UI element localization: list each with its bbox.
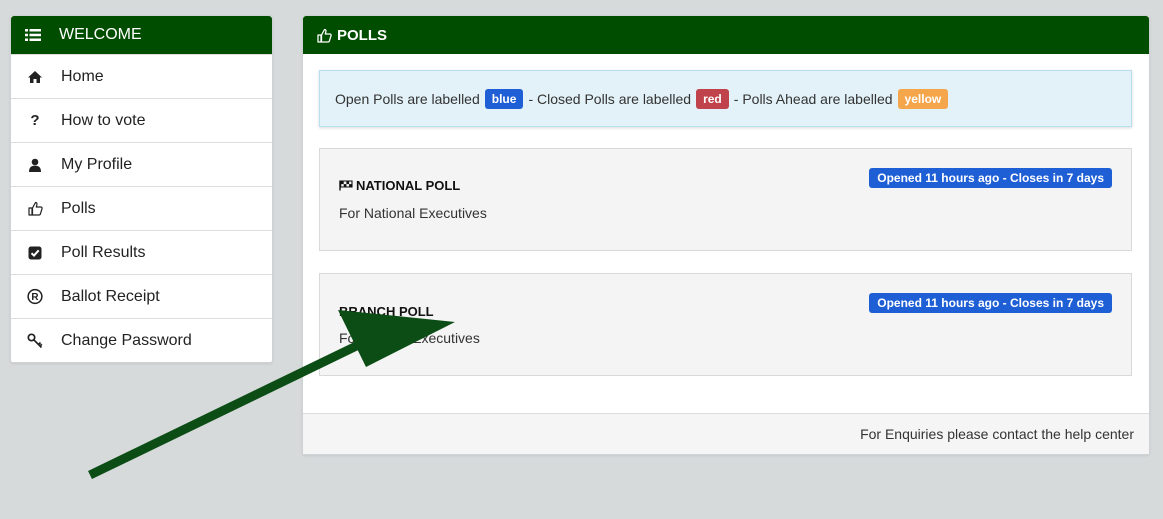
poll-title[interactable]: NATIONAL POLL: [339, 178, 460, 194]
question-icon: ?: [30, 112, 40, 129]
sidebar-item-label: Change Password: [61, 331, 192, 349]
poll-title-text: NATIONAL POLL: [356, 178, 461, 193]
sidebar-item-ballot-receipt[interactable]: R Ballot Receipt: [11, 274, 272, 318]
check-square-icon: [27, 246, 43, 260]
sidebar-item-change-password[interactable]: Change Password: [11, 318, 272, 362]
polls-panel: POLLS Open Polls are labelled blue - Clo…: [302, 15, 1150, 455]
sidebar-item-label: Home: [61, 67, 104, 85]
legend-text: - Closed Polls are labelled: [528, 90, 692, 107]
sidebar-item-label: My Profile: [61, 155, 133, 173]
sidebar-item-label: How to vote: [61, 111, 146, 129]
sidebar: WELCOME Home ? How to vote My Profile Po…: [10, 15, 273, 363]
flag-icon: [339, 179, 353, 194]
poll-description: For Branch Executives: [339, 330, 480, 346]
home-icon: [27, 70, 43, 84]
legend-text: - Polls Ahead are labelled: [733, 90, 893, 107]
panel-title: POLLS: [337, 26, 388, 44]
sidebar-item-polls[interactable]: Polls: [11, 186, 272, 230]
legend-yellow-badge: yellow: [897, 88, 949, 109]
list-icon: [25, 28, 41, 42]
sidebar-item-label: Ballot Receipt: [61, 287, 160, 305]
svg-text:R: R: [31, 292, 38, 303]
user-icon: [27, 158, 43, 172]
sidebar-title: WELCOME: [59, 26, 142, 43]
sidebar-item-poll-results[interactable]: Poll Results: [11, 230, 272, 274]
poll-title[interactable]: BRANCH POLL: [339, 304, 434, 319]
panel-footer: For Enquiries please contact the help ce…: [303, 413, 1149, 454]
legend-blue-badge: blue: [484, 88, 524, 109]
thumbs-up-icon: [317, 28, 332, 43]
thumbs-up-icon: [27, 201, 43, 216]
legend-alert: Open Polls are labelled blue - Closed Po…: [319, 70, 1132, 127]
sidebar-item-my-profile[interactable]: My Profile: [11, 142, 272, 186]
legend-text: Open Polls are labelled: [335, 90, 480, 107]
panel-header: POLLS: [303, 16, 1149, 54]
legend-red-badge: red: [696, 88, 729, 109]
poll-card-national[interactable]: NATIONAL POLL For National Executives Op…: [319, 148, 1132, 251]
sidebar-item-home[interactable]: Home: [11, 54, 272, 98]
poll-status-badge: Opened 11 hours ago - Closes in 7 days: [869, 293, 1112, 313]
sidebar-item-label: Polls: [61, 199, 96, 217]
registered-icon: R: [27, 288, 43, 305]
poll-status-badge: Opened 11 hours ago - Closes in 7 days: [869, 168, 1112, 188]
key-icon: [27, 332, 43, 349]
sidebar-header: WELCOME: [11, 16, 272, 54]
poll-card-branch[interactable]: BRANCH POLL For Branch Executives Opened…: [319, 273, 1132, 376]
sidebar-item-how-to-vote[interactable]: ? How to vote: [11, 98, 272, 142]
footer-text: For Enquiries please contact the help ce…: [860, 426, 1134, 442]
poll-description: For National Executives: [339, 205, 487, 221]
sidebar-item-label: Poll Results: [61, 243, 146, 261]
